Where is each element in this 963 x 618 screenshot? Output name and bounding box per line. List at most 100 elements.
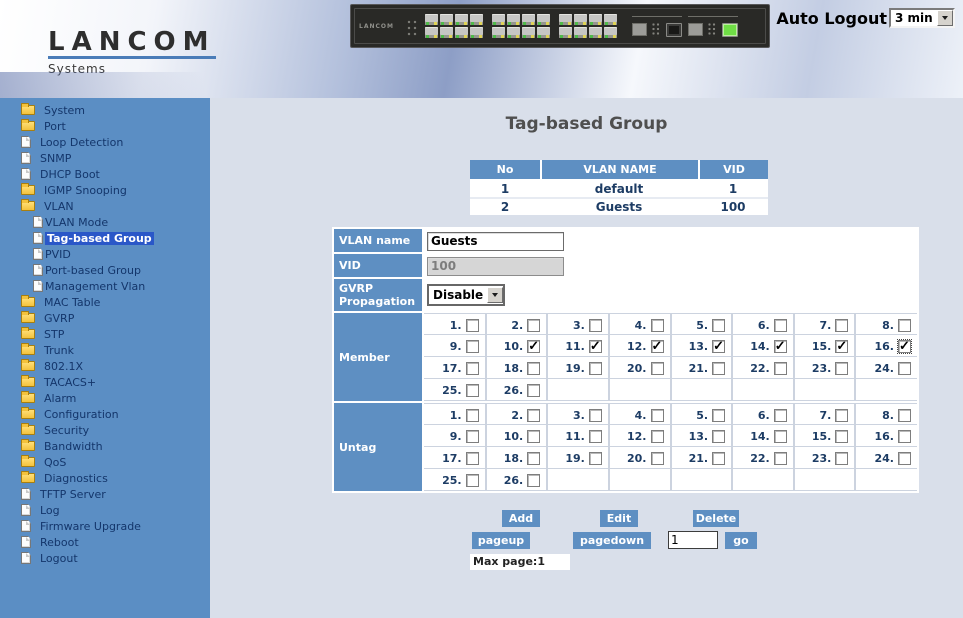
sidebar-item-diagnostics[interactable]: Diagnostics xyxy=(0,470,210,486)
dropdown-arrow-button[interactable] xyxy=(487,287,503,303)
edit-button[interactable]: Edit xyxy=(600,510,638,527)
sidebar-item-logout[interactable]: Logout xyxy=(0,550,210,566)
port-number-label: 9. xyxy=(450,430,462,443)
sidebar-item-reboot[interactable]: Reboot xyxy=(0,534,210,550)
untag-checkbox-18[interactable] xyxy=(527,452,540,465)
sidebar-item-qos[interactable]: QoS xyxy=(0,454,210,470)
pagedown-button[interactable]: pagedown xyxy=(573,532,651,549)
untag-checkbox-12[interactable] xyxy=(651,430,664,443)
sidebar-item-system[interactable]: System xyxy=(0,102,210,118)
dropdown-arrow-button[interactable] xyxy=(937,10,953,26)
gvrp-propagation-select[interactable]: Disable xyxy=(427,284,505,306)
add-button[interactable]: Add xyxy=(502,510,540,527)
member-checkbox-21[interactable] xyxy=(712,362,725,375)
member-checkbox-24[interactable] xyxy=(898,362,911,375)
sidebar-item-snmp[interactable]: SNMP xyxy=(0,150,210,166)
member-checkbox-11[interactable] xyxy=(589,340,602,353)
member-checkbox-7[interactable] xyxy=(835,319,848,332)
sidebar-item-firmware-upgrade[interactable]: Firmware Upgrade xyxy=(0,518,210,534)
member-checkbox-17[interactable] xyxy=(466,362,479,375)
untag-checkbox-6[interactable] xyxy=(774,409,787,422)
untag-checkbox-1[interactable] xyxy=(466,409,479,422)
sidebar-item-vlan-mode[interactable]: VLAN Mode xyxy=(0,214,210,230)
member-checkbox-19[interactable] xyxy=(589,362,602,375)
uplink-port-active xyxy=(722,23,738,37)
untag-checkbox-24[interactable] xyxy=(898,452,911,465)
sidebar-item-802-1x[interactable]: 802.1X xyxy=(0,358,210,374)
member-checkbox-22[interactable] xyxy=(774,362,787,375)
untag-checkbox-13[interactable] xyxy=(712,430,725,443)
delete-button[interactable]: Delete xyxy=(693,510,739,527)
untag-checkbox-23[interactable] xyxy=(835,452,848,465)
sidebar-item-bandwidth[interactable]: Bandwidth xyxy=(0,438,210,454)
sidebar-item-tag-based-group[interactable]: Tag-based Group xyxy=(0,230,210,246)
sidebar-item-igmp-snooping[interactable]: IGMP Snooping xyxy=(0,182,210,198)
sidebar-item-security[interactable]: Security xyxy=(0,422,210,438)
untag-checkbox-26[interactable] xyxy=(527,474,540,487)
untag-checkbox-15[interactable] xyxy=(835,430,848,443)
untag-checkbox-20[interactable] xyxy=(651,452,664,465)
untag-checkbox-25[interactable] xyxy=(466,474,479,487)
untag-checkbox-10[interactable] xyxy=(527,430,540,443)
member-checkbox-13[interactable] xyxy=(712,340,725,353)
sidebar-item-trunk[interactable]: Trunk xyxy=(0,342,210,358)
untag-checkbox-5[interactable] xyxy=(712,409,725,422)
member-checkbox-2[interactable] xyxy=(527,319,540,332)
sidebar-item-log[interactable]: Log xyxy=(0,502,210,518)
page-number-input[interactable] xyxy=(668,531,718,549)
sidebar-item-alarm[interactable]: Alarm xyxy=(0,390,210,406)
port-number-label: 6. xyxy=(758,409,770,422)
untag-checkbox-22[interactable] xyxy=(774,452,787,465)
untag-checkbox-19[interactable] xyxy=(589,452,602,465)
sidebar-item-mac-table[interactable]: MAC Table xyxy=(0,294,210,310)
member-checkbox-10[interactable] xyxy=(527,340,540,353)
member-checkbox-8[interactable] xyxy=(898,319,911,332)
untag-checkbox-8[interactable] xyxy=(898,409,911,422)
member-checkbox-25[interactable] xyxy=(466,384,479,397)
sidebar-item-label: Firmware Upgrade xyxy=(40,520,141,533)
sidebar-item-configuration[interactable]: Configuration xyxy=(0,406,210,422)
sidebar-item-vlan[interactable]: VLAN xyxy=(0,198,210,214)
vlan-name-input[interactable] xyxy=(427,232,564,251)
member-checkbox-3[interactable] xyxy=(589,319,602,332)
untag-checkbox-16[interactable] xyxy=(898,430,911,443)
sidebar-item-loop-detection[interactable]: Loop Detection xyxy=(0,134,210,150)
sidebar-item-management-vlan[interactable]: Management Vlan xyxy=(0,278,210,294)
member-grid-row: 9.10.11.12.13.14.15.16. xyxy=(424,335,917,357)
member-checkbox-18[interactable] xyxy=(527,362,540,375)
sidebar-item-port-based-group[interactable]: Port-based Group xyxy=(0,262,210,278)
member-checkbox-26[interactable] xyxy=(527,384,540,397)
member-checkbox-6[interactable] xyxy=(774,319,787,332)
member-checkbox-20[interactable] xyxy=(651,362,664,375)
untag-checkbox-3[interactable] xyxy=(589,409,602,422)
member-checkbox-23[interactable] xyxy=(835,362,848,375)
member-checkbox-4[interactable] xyxy=(651,319,664,332)
untag-checkbox-14[interactable] xyxy=(774,430,787,443)
member-checkbox-9[interactable] xyxy=(466,340,479,353)
sidebar-item-tftp-server[interactable]: TFTP Server xyxy=(0,486,210,502)
untag-checkbox-9[interactable] xyxy=(466,430,479,443)
sidebar-item-label: Configuration xyxy=(44,408,119,421)
sidebar-item-tacacs-[interactable]: TACACS+ xyxy=(0,374,210,390)
untag-checkbox-7[interactable] xyxy=(835,409,848,422)
sidebar-item-gvrp[interactable]: GVRP xyxy=(0,310,210,326)
pageup-button[interactable]: pageup xyxy=(472,532,530,549)
member-checkbox-1[interactable] xyxy=(466,319,479,332)
untag-checkbox-4[interactable] xyxy=(651,409,664,422)
member-checkbox-15[interactable] xyxy=(835,340,848,353)
sidebar-item-port[interactable]: Port xyxy=(0,118,210,134)
member-checkbox-16[interactable] xyxy=(898,340,911,353)
untag-checkbox-21[interactable] xyxy=(712,452,725,465)
sidebar-item-stp[interactable]: STP xyxy=(0,326,210,342)
untag-port-cell xyxy=(794,469,856,491)
member-checkbox-14[interactable] xyxy=(774,340,787,353)
sidebar-item-pvid[interactable]: PVID xyxy=(0,246,210,262)
auto-logout-select[interactable]: 3 min xyxy=(889,8,955,28)
sidebar-item-dhcp-boot[interactable]: DHCP Boot xyxy=(0,166,210,182)
untag-checkbox-11[interactable] xyxy=(589,430,602,443)
untag-checkbox-2[interactable] xyxy=(527,409,540,422)
untag-checkbox-17[interactable] xyxy=(466,452,479,465)
member-checkbox-5[interactable] xyxy=(712,319,725,332)
member-checkbox-12[interactable] xyxy=(651,340,664,353)
go-button[interactable]: go xyxy=(725,532,757,549)
